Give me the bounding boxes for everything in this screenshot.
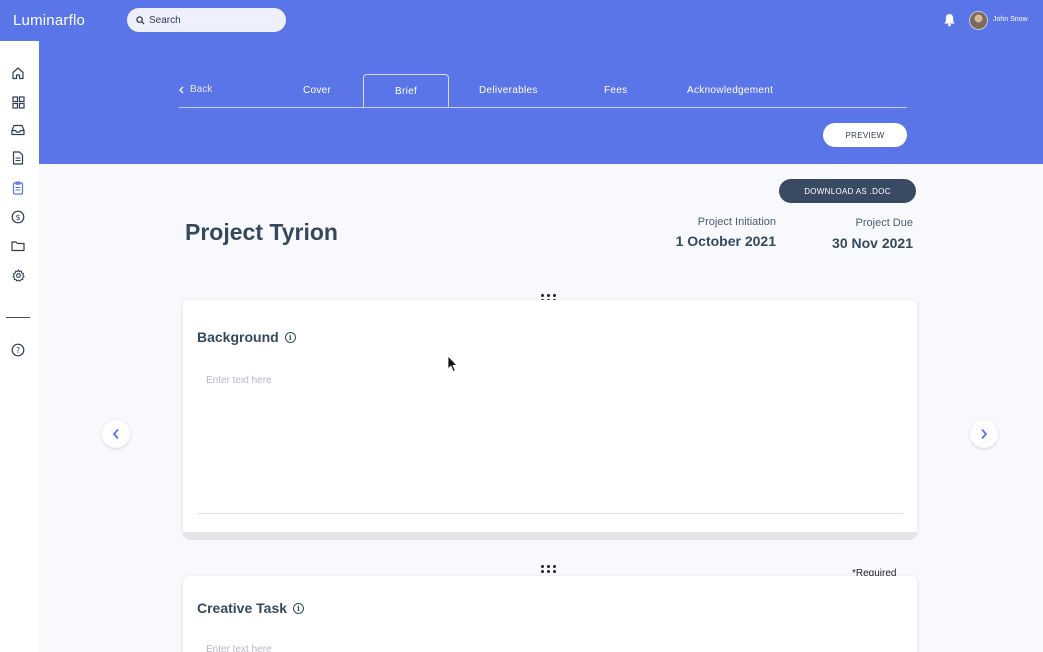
mouse-cursor-icon [447, 355, 458, 378]
search-box[interactable] [127, 8, 286, 32]
chevron-left-icon [179, 86, 184, 93]
creative-task-text-input[interactable] [206, 644, 886, 652]
initiation-date: 1 October 2021 [675, 233, 776, 249]
tab-fees[interactable]: Fees [604, 85, 627, 96]
info-icon[interactable]: i [284, 331, 296, 343]
drag-handle-icon[interactable] [541, 565, 557, 574]
page-title: Project Tyrion [185, 219, 338, 245]
previous-section-button[interactable] [102, 420, 130, 448]
home-icon[interactable] [11, 66, 25, 80]
background-section-title: Background i [197, 329, 296, 345]
notifications-bell-icon[interactable] [943, 13, 956, 32]
preview-button[interactable]: PREVIEW [823, 123, 907, 147]
card-resize-bar[interactable] [183, 532, 917, 540]
background-text-input[interactable] [206, 375, 886, 485]
creative-task-section-card: Creative Task i [183, 576, 917, 652]
download-doc-button[interactable]: DOWNLOAD AS .DOC [779, 179, 916, 203]
due-label: Project Due [855, 217, 913, 229]
sidebar-divider [6, 317, 30, 318]
svg-text:$: $ [15, 213, 20, 222]
background-title-text: Background [197, 329, 279, 345]
clipboard-icon[interactable] [11, 181, 25, 195]
creative-task-section-title: Creative Task i [197, 600, 305, 616]
inbox-icon[interactable] [11, 123, 25, 137]
sidebar: $ ? [0, 41, 39, 652]
app-logo[interactable]: Luminarflo [13, 12, 85, 29]
settings-icon[interactable] [11, 268, 25, 282]
tab-deliverables[interactable]: Deliverables [479, 85, 538, 96]
avatar[interactable] [969, 11, 988, 30]
tabs-underline [179, 107, 907, 108]
search-input[interactable] [149, 14, 279, 26]
initiation-label: Project Initiation [697, 216, 776, 228]
back-label: Back [190, 84, 213, 95]
chevron-left-icon [112, 428, 119, 440]
dashboard-icon[interactable] [11, 95, 25, 109]
back-link[interactable]: Back [179, 84, 212, 95]
top-bar: Luminarflo John Snow [0, 0, 1043, 41]
help-icon[interactable]: ? [11, 343, 25, 357]
info-icon[interactable]: i [293, 602, 305, 614]
svg-text:?: ? [16, 346, 20, 355]
user-name[interactable]: John Snow [993, 16, 1028, 23]
tab-brief[interactable]: Brief [363, 74, 449, 108]
background-underline [197, 513, 903, 514]
next-section-button[interactable] [970, 420, 998, 448]
chevron-right-icon [981, 428, 988, 440]
dollar-icon[interactable]: $ [11, 210, 25, 224]
search-icon [136, 15, 145, 25]
folder-icon[interactable] [11, 239, 25, 253]
tab-cover[interactable]: Cover [303, 85, 331, 96]
due-date: 30 Nov 2021 [832, 235, 913, 251]
creative-task-title-text: Creative Task [197, 600, 288, 616]
background-section-card: Background i [183, 300, 917, 536]
header-banner: Back Cover Brief Deliverables Fees Ackno… [39, 41, 1043, 164]
tab-acknowledgement[interactable]: Acknowledgement [687, 85, 773, 96]
document-icon[interactable] [11, 151, 25, 165]
